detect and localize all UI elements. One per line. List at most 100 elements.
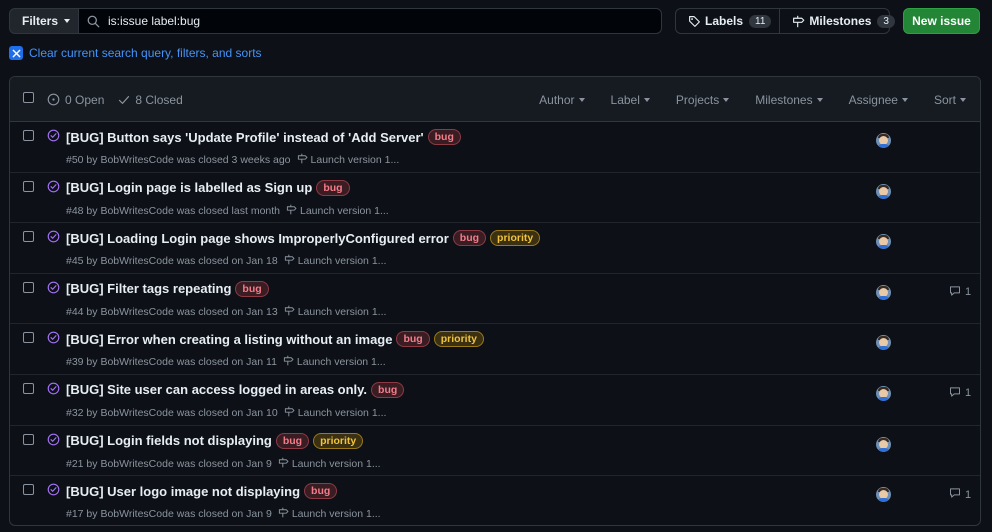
milestone-icon [284, 305, 298, 319]
issue-milestone-link[interactable]: Launch version 1... [297, 153, 399, 167]
new-issue-button[interactable]: New issue [903, 8, 980, 34]
comments-link[interactable]: 1 [949, 285, 971, 300]
milestone-icon [286, 204, 300, 218]
comments-link[interactable]: 1 [949, 386, 971, 401]
label-bug[interactable]: bug [427, 129, 461, 145]
label-bug[interactable]: bug [316, 179, 350, 196]
issue-checkbox[interactable] [23, 433, 34, 445]
label-bug[interactable]: bug [452, 230, 487, 247]
labels-count-badge: 11 [749, 14, 772, 28]
chevron-down-icon [64, 19, 71, 23]
issue-title-link[interactable]: [BUG] Error when creating a listing with… [66, 332, 392, 347]
issue-row[interactable]: [BUG] Error when creating a listing with… [10, 324, 980, 375]
issue-open-icon [47, 93, 60, 106]
issue-milestone-link[interactable]: Launch version 1... [284, 305, 387, 319]
milestone-icon [284, 406, 298, 420]
issue-row[interactable]: [BUG] Loading Login page shows Improperl… [10, 223, 980, 274]
label-bug[interactable]: bug [396, 331, 430, 348]
label-bug[interactable]: bug [235, 280, 269, 297]
assignee-avatar[interactable] [876, 234, 891, 250]
issue-milestone-link[interactable]: Launch version 1... [284, 254, 386, 268]
search-box[interactable] [78, 8, 662, 34]
labels-button[interactable]: Labels 11 [676, 9, 779, 33]
chevron-down-icon [723, 97, 730, 102]
issue-row[interactable]: [BUG] Filter tags repeating bug #44 by B… [10, 274, 980, 325]
filters-dropdown-button[interactable]: Filters [9, 8, 79, 34]
label-priority[interactable]: priority [433, 331, 484, 348]
issue-closed-icon [47, 483, 60, 499]
issue-checkbox[interactable] [23, 130, 34, 141]
clear-search-link[interactable]: Clear current search query, filters, and… [9, 46, 262, 60]
assignee-avatar[interactable] [876, 133, 891, 148]
issue-title-link[interactable]: [BUG] Site user can access logged in are… [66, 382, 367, 397]
issue-milestone-link[interactable]: Launch version 1... [283, 355, 386, 369]
label-bug[interactable]: bug [371, 381, 405, 398]
issue-title-link[interactable]: [BUG] User logo image not displaying [66, 484, 300, 499]
issue-title-line: [BUG] Error when creating a listing with… [66, 331, 484, 348]
issue-row[interactable]: [BUG] Site user can access logged in are… [10, 375, 980, 426]
issue-milestone-link[interactable]: Launch version 1... [284, 406, 386, 420]
comment-icon [949, 487, 965, 502]
milestones-filter-label: Milestones [755, 92, 813, 107]
milestone-icon [278, 507, 292, 521]
milestone-label: Launch version 1... [297, 305, 387, 318]
assignee-avatar[interactable] [876, 335, 891, 351]
issue-checkbox[interactable] [23, 332, 34, 344]
issue-checkbox[interactable] [23, 231, 34, 243]
issue-row[interactable]: [BUG] Button says 'Update Profile' inste… [10, 122, 980, 173]
issue-meta-text: #45 by BobWritesCode was closed on Jan 1… [66, 255, 278, 268]
issue-milestone-link[interactable]: Launch version 1... [278, 457, 381, 471]
label-priority[interactable]: priority [490, 230, 541, 247]
milestones-label: Milestones [809, 14, 872, 28]
issue-checkbox[interactable] [23, 484, 34, 496]
issue-title-link[interactable]: [BUG] Login fields not displaying [66, 433, 272, 448]
issue-title-link[interactable]: [BUG] Loading Login page shows Improperl… [66, 231, 449, 246]
issue-checkbox[interactable] [23, 281, 34, 293]
issue-title-line: [BUG] User logo image not displaying bug [66, 483, 338, 500]
x-icon [9, 46, 23, 60]
issue-closed-icon [47, 180, 60, 196]
issue-checkbox[interactable] [23, 180, 34, 192]
sort-filter[interactable]: Sort [934, 93, 966, 107]
issue-meta: #39 by BobWritesCode was closed on Jan 1… [66, 355, 386, 369]
issue-title-link[interactable]: [BUG] Login page is labelled as Sign up [66, 180, 312, 195]
assignee-avatar[interactable] [876, 183, 891, 199]
issue-meta: #17 by BobWritesCode was closed on Jan 9… [66, 507, 381, 521]
milestone-icon [284, 254, 298, 268]
issue-milestone-link[interactable]: Launch version 1... [286, 204, 389, 218]
label-bug[interactable]: bug [275, 432, 310, 449]
projects-filter[interactable]: Projects [676, 93, 730, 107]
issue-row[interactable]: [BUG] Login fields not displaying bug pri… [10, 426, 980, 477]
issue-title-line: [BUG] Filter tags repeating bug [66, 280, 269, 297]
issue-closed-icon [47, 433, 60, 449]
milestones-button[interactable]: Milestones 3 [779, 9, 903, 33]
search-input[interactable] [108, 14, 628, 28]
author-filter[interactable]: Author [539, 93, 585, 107]
issue-row[interactable]: [BUG] Login page is labelled as Sign up … [10, 173, 980, 224]
issue-row[interactable]: [BUG] User logo image not displaying bug… [10, 476, 980, 525]
milestones-filter[interactable]: Milestones [755, 92, 823, 107]
issue-title-link[interactable]: [BUG] Filter tags repeating [66, 281, 231, 296]
assignee-avatar[interactable] [876, 284, 891, 300]
chevron-down-icon [643, 97, 650, 102]
label-priority[interactable]: priority [313, 432, 364, 449]
issue-meta: #32 by BobWritesCode was closed on Jan 1… [66, 406, 386, 420]
assignee-avatar[interactable] [876, 436, 891, 452]
comments-link[interactable]: 1 [949, 487, 971, 502]
label-filter[interactable]: Label [611, 93, 650, 107]
closed-issues-tab[interactable]: 8 Closed [118, 93, 183, 107]
issue-milestone-link[interactable]: Launch version 1... [278, 507, 381, 521]
select-all-checkbox[interactable] [23, 92, 34, 103]
assignee-filter[interactable]: Assignee [849, 93, 908, 107]
tag-icon [689, 15, 700, 27]
comments-count: 1 [965, 488, 972, 501]
milestone-label: Launch version 1... [296, 356, 386, 369]
assignee-avatar[interactable] [876, 487, 891, 503]
issue-meta-text: #48 by BobWritesCode was closed last mon… [66, 204, 280, 217]
label-bug[interactable]: bug [304, 483, 338, 500]
issue-checkbox[interactable] [23, 382, 34, 394]
open-issues-tab[interactable]: 0 Open [47, 93, 104, 107]
chevron-down-icon [816, 97, 823, 102]
assignee-avatar[interactable] [876, 385, 891, 401]
issue-title-link[interactable]: [BUG] Button says 'Update Profile' inste… [66, 130, 424, 145]
